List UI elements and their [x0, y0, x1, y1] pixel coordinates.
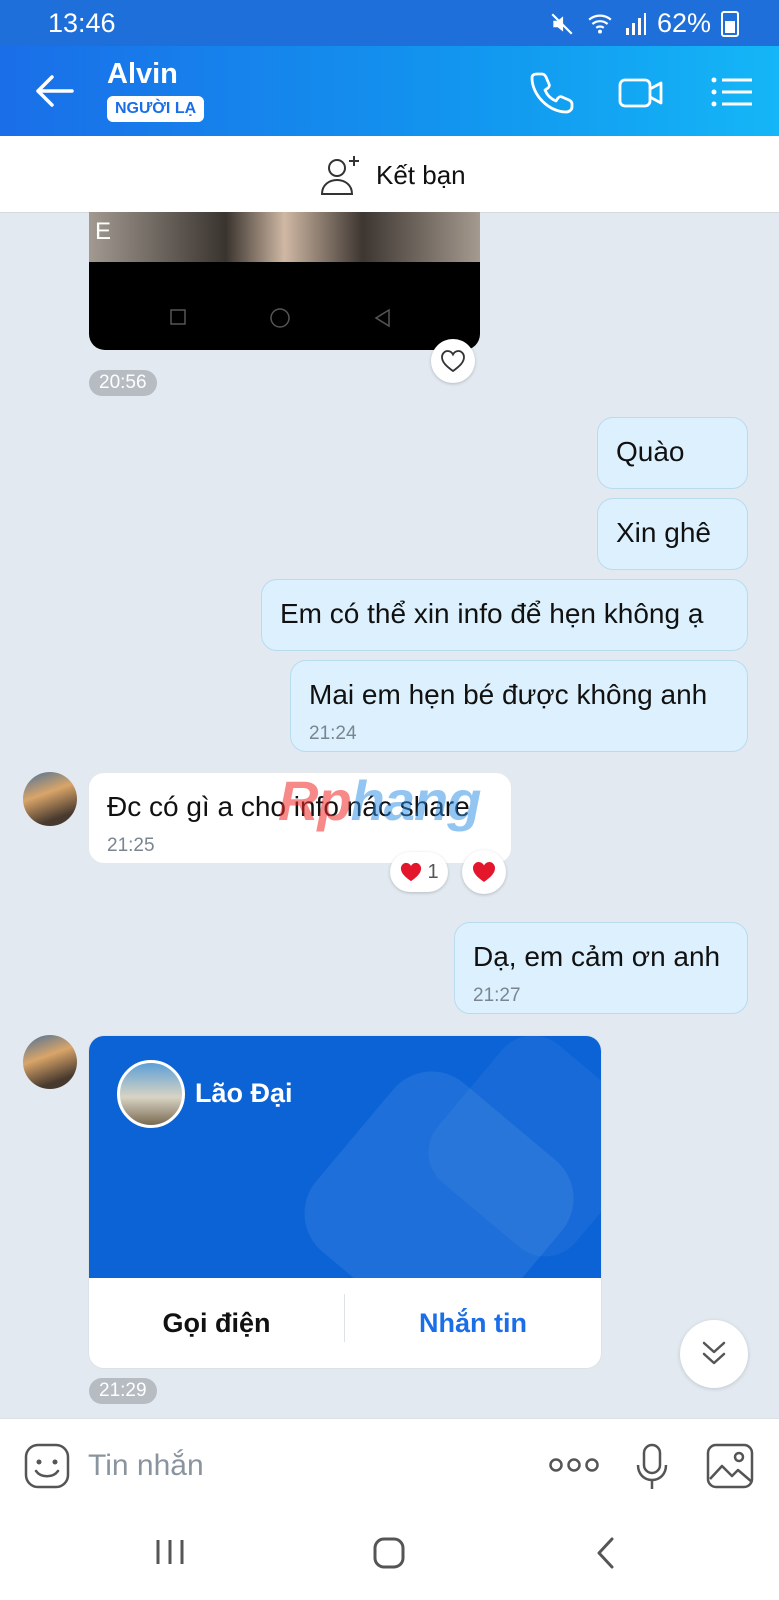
call-button[interactable]: Gọi điện: [89, 1278, 344, 1368]
status-time: 13:46: [48, 8, 116, 38]
microphone-icon[interactable]: [634, 1443, 670, 1491]
add-friend-button[interactable]: Kết bạn: [320, 154, 466, 196]
heart-reaction-button[interactable]: [462, 850, 506, 894]
watermark-part-2: hang: [350, 769, 482, 832]
sticker-icon[interactable]: [24, 1443, 70, 1489]
battery-percent: 62%: [656, 8, 711, 38]
more-options-icon[interactable]: [548, 1455, 600, 1475]
recent-apps-icon[interactable]: [154, 1538, 186, 1566]
message-text: Quào: [616, 436, 685, 467]
video-call-icon[interactable]: [617, 68, 665, 116]
message-text: Xin ghê: [616, 517, 711, 548]
message-input[interactable]: Tin nhắn: [88, 1449, 204, 1483]
avatar[interactable]: [23, 1035, 77, 1089]
contact-card-name: Lão Đại: [195, 1078, 293, 1108]
back-arrow-icon[interactable]: [30, 66, 80, 116]
add-friend-label: Kết bạn: [376, 159, 466, 190]
composer-bar: Tin nhắn: [0, 1418, 779, 1515]
message-text: Mai em hẹn bé được không anh: [309, 679, 708, 710]
my-message-bubble[interactable]: Em có thể xin info để hẹn không ạ: [261, 579, 748, 651]
phone-icon[interactable]: [528, 68, 576, 116]
timestamp-pill: 21:29: [89, 1378, 157, 1404]
image-preview: E: [89, 212, 480, 262]
add-friend-bar: Kết bạn: [0, 136, 779, 213]
status-bar: 13:46 62%: [0, 0, 779, 46]
my-message-bubble[interactable]: Quào: [597, 417, 748, 489]
scroll-to-bottom-button[interactable]: [680, 1320, 748, 1388]
my-message-bubble[interactable]: Xin ghê: [597, 498, 748, 570]
heart-filled-icon: [401, 862, 422, 882]
triangle-nav-icon: [374, 308, 390, 328]
add-user-icon: [320, 156, 359, 195]
image-message[interactable]: E: [89, 212, 480, 350]
message-time: 21:27: [473, 985, 521, 1006]
chat-header: Alvin NGƯỜI LẠ: [0, 46, 779, 136]
system-nav-bar: [0, 1514, 779, 1600]
image-gallery-icon[interactable]: [706, 1443, 754, 1489]
stranger-badge: NGƯỜI LẠ: [107, 96, 205, 122]
status-icons: 62%: [549, 8, 739, 39]
battery-icon: [721, 10, 739, 37]
my-message-bubble[interactable]: Dạ, em cảm ơn anh 21:27: [454, 922, 748, 1014]
circle-nav-icon: [270, 308, 290, 328]
contact-card-header: Lão Đại: [89, 1036, 601, 1278]
wifi-icon: [588, 14, 612, 34]
square-nav-icon: [170, 309, 186, 325]
heart-filled-icon: [473, 862, 495, 882]
message-text: Dạ, em cảm ơn anh: [473, 941, 721, 972]
my-message-bubble[interactable]: Mai em hẹn bé được không anh 21:24: [290, 660, 748, 752]
like-reaction-button[interactable]: [431, 339, 475, 383]
message-time: 21:25: [107, 835, 155, 856]
watermark-part-1: Rp: [278, 769, 352, 832]
signal-icon: [625, 12, 646, 35]
heart-outline-icon: [441, 350, 465, 373]
mute-icon: [551, 12, 573, 35]
message-text: Em có thể xin info để hẹn không ạ: [280, 598, 704, 629]
timestamp-pill: 20:56: [89, 370, 157, 396]
contact-card[interactable]: Lão Đại Gọi điện Nhắn tin: [88, 1035, 602, 1369]
message-time: 21:24: [309, 723, 357, 744]
avatar[interactable]: [23, 772, 77, 826]
reaction-summary[interactable]: 1: [390, 852, 448, 892]
contact-name[interactable]: Alvin: [107, 58, 178, 91]
reaction-count: 1: [427, 860, 439, 883]
back-nav-icon[interactable]: [594, 1536, 618, 1570]
double-chevron-down-icon: [702, 1341, 726, 1365]
contact-card-avatar: [117, 1060, 185, 1128]
message-button[interactable]: Nhắn tin: [345, 1278, 601, 1368]
watermark: Rphang: [278, 768, 482, 833]
home-icon[interactable]: [372, 1536, 406, 1570]
menu-list-icon[interactable]: [708, 68, 756, 116]
